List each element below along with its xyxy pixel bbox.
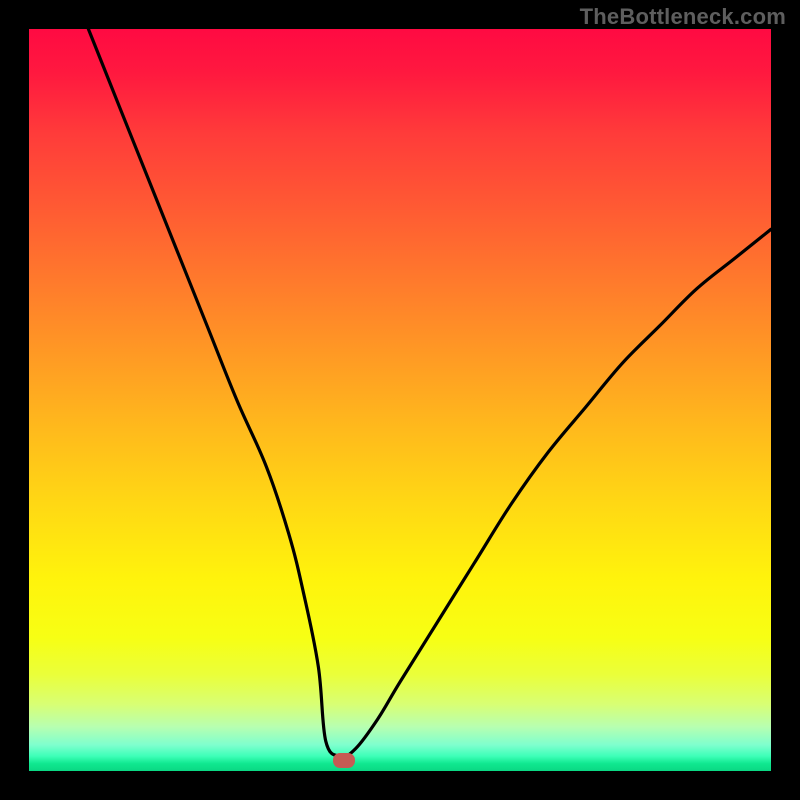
optimal-point-marker <box>333 753 355 768</box>
heat-gradient <box>29 29 771 771</box>
chart-stage: TheBottleneck.com <box>0 0 800 800</box>
plot-area <box>29 29 771 771</box>
watermark-text: TheBottleneck.com <box>580 4 786 30</box>
